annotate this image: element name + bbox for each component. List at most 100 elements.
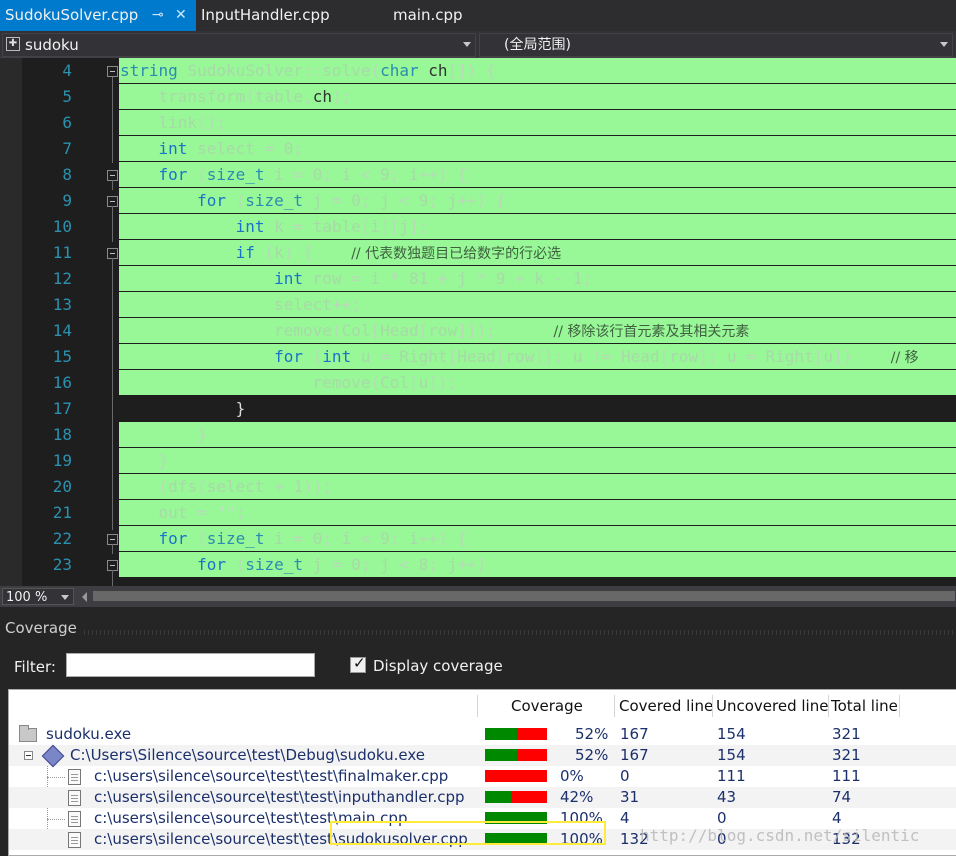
code-line: 20 (dfs(select + 1)); (0, 474, 956, 500)
chevron-down-icon (61, 595, 69, 600)
fold-guide (112, 544, 113, 554)
code-line: 15 for (int u = Right[Head[row]]; u != H… (0, 344, 956, 370)
project-name: sudoku (25, 36, 79, 54)
document-tab-bar: SudokuSolver.cpp ⊸ ✕ InputHandler.cpp ma… (0, 0, 956, 32)
line-number: 14 (52, 321, 72, 340)
line-number: 18 (52, 425, 72, 444)
project-icon: ✚ (6, 37, 20, 51)
column-separator[interactable] (828, 695, 829, 717)
coverage-bar (485, 728, 547, 740)
filter-input[interactable] (66, 653, 315, 677)
table-row[interactable]: sudoku.exe 52% 167 154 321 (9, 724, 956, 745)
table-row[interactable]: C:\Users\Silence\source\test\Debug\sudok… (9, 744, 956, 768)
tab-inputhandler[interactable]: InputHandler.cpp (201, 0, 330, 31)
table-row[interactable]: c:\users\silence\source\test\test\inputh… (9, 787, 956, 808)
line-number: 21 (52, 503, 72, 522)
code-line: 5 transform(table,ch); (0, 84, 956, 110)
file-icon (68, 790, 81, 806)
code-text: transform(table,ch); (158, 87, 352, 106)
tab-main[interactable]: main.cpp (393, 0, 463, 31)
coverage-bar-fill (485, 728, 518, 740)
code-line: 8 for (size_t i = 0; i < 9; i++) { (0, 162, 956, 188)
code-editor[interactable]: 4 string SudokuSolver::solve(char ch[]) … (0, 58, 956, 586)
pin-icon[interactable]: ⊸ (152, 0, 164, 31)
code-text: int select = 0; (158, 139, 304, 158)
uncovered-lines: 154 (717, 725, 746, 743)
line-number: 7 (62, 139, 72, 158)
code-line: 6 link(); (0, 110, 956, 136)
covered-lines: 167 (620, 746, 649, 764)
table-row[interactable]: c:\users\silence\source\test\test\finalm… (9, 766, 956, 787)
tab-sudokusolver[interactable]: SudokuSolver.cpp ⊸ ✕ (0, 0, 196, 32)
line-number: 19 (52, 451, 72, 470)
column-separator[interactable] (899, 695, 900, 717)
code-text: for (size_t j = 0; j < 9; j++) { (197, 191, 506, 210)
fold-guide (112, 180, 113, 190)
line-number: 8 (62, 165, 72, 184)
zoom-dropdown[interactable]: 100 % (2, 588, 74, 605)
fold-guide (112, 570, 113, 586)
column-header-coverage[interactable]: Coverage (511, 695, 583, 717)
column-header-covered[interactable]: Covered line (619, 695, 713, 717)
column-separator[interactable] (614, 695, 615, 717)
panel-title-grip (84, 630, 956, 635)
code-line: 22 for (size_t i = 0; i < 9; i++) { (0, 526, 956, 552)
close-icon[interactable]: ✕ (175, 0, 187, 31)
code-text: } (120, 451, 169, 470)
coverage-bar (485, 749, 547, 761)
tab-label: InputHandler.cpp (201, 6, 330, 24)
code-line: 14 remove(Col[Head[row]]); // 移除该行首元素及其相… (0, 318, 956, 344)
line-number: 13 (52, 295, 72, 314)
uncovered-lines: 111 (717, 767, 746, 785)
line-number: 4 (62, 61, 72, 80)
folder-icon (19, 725, 37, 742)
scope-dropdown[interactable]: (全局范围) (479, 33, 953, 57)
coverage-bar-fill (485, 791, 512, 803)
collapse-icon[interactable] (24, 751, 33, 760)
row-name: c:\users\silence\source\test\test\finalm… (94, 767, 449, 785)
column-separator[interactable] (477, 695, 478, 717)
coverage-highlight (119, 110, 956, 135)
chevron-down-icon (463, 42, 471, 47)
code-line: 10 int k = table[i][j]; (0, 214, 956, 240)
tab-label: main.cpp (393, 6, 463, 24)
display-coverage-label[interactable]: Display coverage (373, 657, 503, 675)
file-icon (68, 811, 81, 827)
coverage-percent: 42% (560, 788, 594, 806)
code-text: if (k) { // 代表数独题目已给数字的行必选 (235, 243, 562, 262)
total-lines: 321 (832, 725, 861, 743)
watermark-text: http://blog.csdn.net/silentic (640, 826, 920, 845)
row-name: sudoku.exe (46, 725, 132, 743)
code-text: } (120, 425, 207, 444)
code-text: for (size_t i = 0; i < 9; i++) { (158, 165, 467, 184)
line-number: 20 (52, 477, 72, 496)
scope-label: (全局范围) (504, 37, 571, 53)
line-number: 16 (52, 373, 72, 392)
project-dropdown[interactable]: ✚ sudoku (2, 33, 476, 57)
column-separator[interactable] (712, 695, 713, 717)
code-line: 23 for (size_t j = 0; j < 8; j++) (0, 552, 956, 578)
covered-lines: 31 (620, 788, 640, 806)
line-number: 22 (52, 529, 72, 548)
scrollbar-thumb[interactable] (93, 591, 955, 601)
coverage-panel: Coverage Filter: ✓ Display coverage Cove… (0, 607, 956, 856)
code-line: 13 select++; (0, 292, 956, 318)
scroll-left-icon[interactable] (82, 592, 87, 602)
code-text: for (int u = Right[Head[row]]; u != Head… (274, 347, 919, 366)
filter-label: Filter: (14, 658, 56, 676)
fold-collapse-icon[interactable] (107, 66, 118, 77)
file-icon (68, 769, 81, 785)
code-text: int row = i * 81 + j * 9 + k - 1; (274, 269, 593, 288)
coverage-bar (485, 770, 547, 782)
line-number: 15 (52, 347, 72, 366)
line-number: 10 (52, 217, 72, 236)
column-header-total[interactable]: Total line (831, 695, 898, 717)
coverage-highlight (119, 422, 956, 447)
code-line: 12 int row = i * 81 + j * 9 + k - 1; (0, 266, 956, 292)
navigation-bar: ✚ sudoku (全局范围) (0, 31, 956, 58)
row-name: c:\users\silence\source\test\test\inputh… (94, 788, 465, 806)
column-header-uncovered[interactable]: Uncovered line (716, 695, 828, 717)
total-lines: 321 (832, 746, 861, 764)
display-coverage-checkbox[interactable]: ✓ (350, 654, 366, 673)
line-number: 9 (62, 191, 72, 210)
